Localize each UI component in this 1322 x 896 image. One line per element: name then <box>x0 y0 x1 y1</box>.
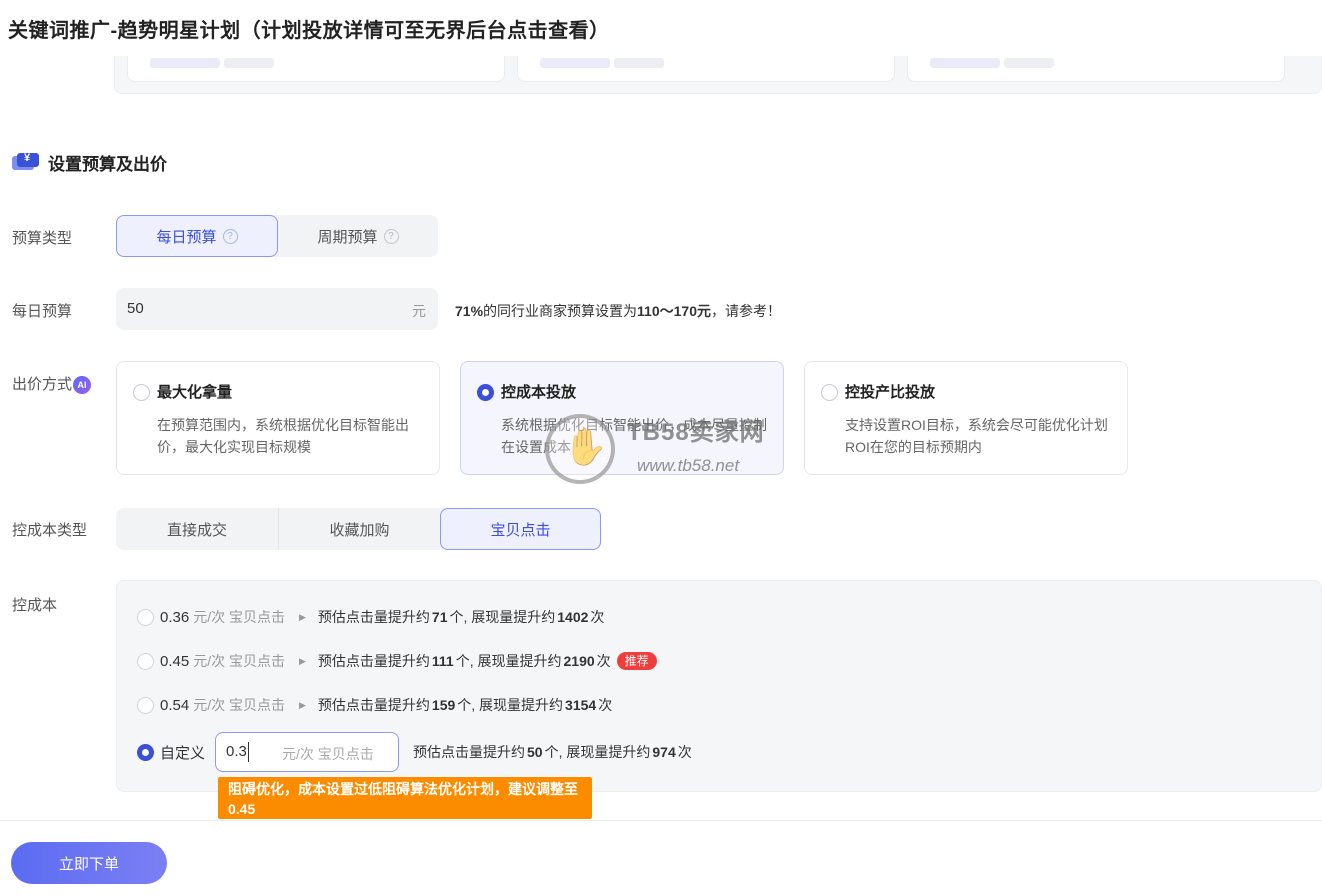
cost-type-option-deal[interactable]: 直接成交 <box>116 508 278 550</box>
budget-type-selector: 每日预算 ? 周期预算 ? <box>116 215 438 257</box>
footer-bar: 立即下单 <box>0 820 1322 896</box>
page-header: 关键词推广-趋势明星计划（计划投放详情可至无界后台点击查看） <box>0 0 1322 56</box>
top-card[interactable] <box>127 56 505 82</box>
question-circle-icon[interactable]: ? <box>222 228 238 244</box>
cost-type-option-click[interactable]: 宝贝点击 <box>440 508 601 550</box>
bid-method-label: 出价方式 AI <box>12 373 92 395</box>
submit-order-button[interactable]: 立即下单 <box>11 842 167 884</box>
bid-card-desc: 在预算范围内，系统根据优化目标智能出价，最大化实现目标规模 <box>157 417 409 455</box>
daily-budget-unit: 元 <box>412 303 426 319</box>
ai-badge-icon: AI <box>73 376 92 395</box>
cost-option-row[interactable]: 0.45 元/次 宝贝点击 ▶ 预估点击量提升约 111 个, 展现量提升约 2190… <box>137 649 657 673</box>
top-cards-container <box>114 56 1322 94</box>
top-card[interactable] <box>907 56 1285 82</box>
bid-card-title: 控成本投放 <box>501 384 577 401</box>
cost-option-row[interactable]: 0.54 元/次 宝贝点击 ▶ 预估点击量提升约 159 个, 展现量提升约 3154… <box>137 693 612 717</box>
bid-card-desc: 系统根据优化目标智能出价，成本尽量控制在设置成本 <box>501 417 767 455</box>
custom-cost-value: 0.3 <box>226 743 247 760</box>
radio-button[interactable] <box>133 384 150 401</box>
cost-control-panel: 0.36 元/次 宝贝点击 ▶ 预估点击量提升约 71 个, 展现量提升约 1402 次… <box>116 580 1322 792</box>
section-title: 设置预算及出价 <box>12 150 167 174</box>
cost-control-label: 控成本 <box>12 597 58 614</box>
cost-type-option-favorite[interactable]: 收藏加购 <box>279 508 440 550</box>
cost-option-row[interactable]: 0.36 元/次 宝贝点击 ▶ 预估点击量提升约 71 个, 展现量提升约 1402 次 <box>137 605 604 629</box>
cost-type-selector: 直接成交 收藏加购 宝贝点击 <box>116 508 601 550</box>
daily-budget-value: 50 <box>127 300 144 317</box>
top-card[interactable] <box>517 56 895 82</box>
bid-card-roi-control[interactable]: 控投产比投放 支持设置ROI目标，系统会尽可能优化计划ROI在您的目标预期内 <box>804 361 1128 475</box>
section-title-text: 设置预算及出价 <box>48 154 167 174</box>
budget-hint: 71%的同行业商家预算设置为110～170元，请参考！ <box>455 303 781 319</box>
caret-right-icon: ▶ <box>298 699 306 710</box>
custom-label: 自定义 <box>160 744 206 762</box>
radio-button[interactable] <box>137 608 154 626</box>
budget-type-label: 预算类型 <box>12 230 73 247</box>
caret-right-icon: ▶ <box>298 655 306 666</box>
text-cursor <box>248 742 250 762</box>
cost-type-label: 控成本类型 <box>12 522 88 539</box>
budget-type-option-daily[interactable]: 每日预算 ? <box>116 215 278 257</box>
cost-warning-tooltip: 阻碍优化，成本设置过低阻碍算法优化计划，建议调整至0.45 <box>218 777 592 819</box>
radio-button[interactable] <box>821 384 838 401</box>
radio-button[interactable] <box>137 743 154 761</box>
bid-card-max-volume[interactable]: 最大化拿量 在预算范围内，系统根据优化目标智能出价，最大化实现目标规模 <box>116 361 440 475</box>
daily-budget-input[interactable]: 50 元 <box>116 288 438 330</box>
budget-type-option-period[interactable]: 周期预算 ? <box>278 215 438 257</box>
bid-card-cost-control[interactable]: 控成本投放 系统根据优化目标智能出价，成本尽量控制在设置成本 <box>460 361 784 475</box>
radio-button[interactable] <box>137 652 154 670</box>
recommend-badge: 推荐 <box>616 652 657 670</box>
radio-button[interactable] <box>477 384 494 401</box>
budget-yen-icon <box>12 152 39 171</box>
cost-option-custom-row[interactable]: 自定义 0.3 元/次 宝贝点击 预估点击量提升约 50 个, 展现量提升约 974 次 <box>137 731 692 773</box>
question-circle-icon[interactable]: ? <box>383 228 399 244</box>
daily-budget-label: 每日预算 <box>12 303 73 320</box>
caret-right-icon: ▶ <box>298 611 306 622</box>
custom-cost-input[interactable]: 0.3 元/次 宝贝点击 <box>215 732 400 772</box>
bid-card-title: 最大化拿量 <box>157 384 233 401</box>
radio-button[interactable] <box>137 696 154 714</box>
bid-card-title: 控投产比投放 <box>845 384 936 401</box>
page-title: 关键词推广-趋势明星计划（计划投放详情可至无界后台点击查看） <box>8 20 610 42</box>
bid-card-desc: 支持设置ROI目标，系统会尽可能优化计划ROI在您的目标预期内 <box>845 417 1108 455</box>
